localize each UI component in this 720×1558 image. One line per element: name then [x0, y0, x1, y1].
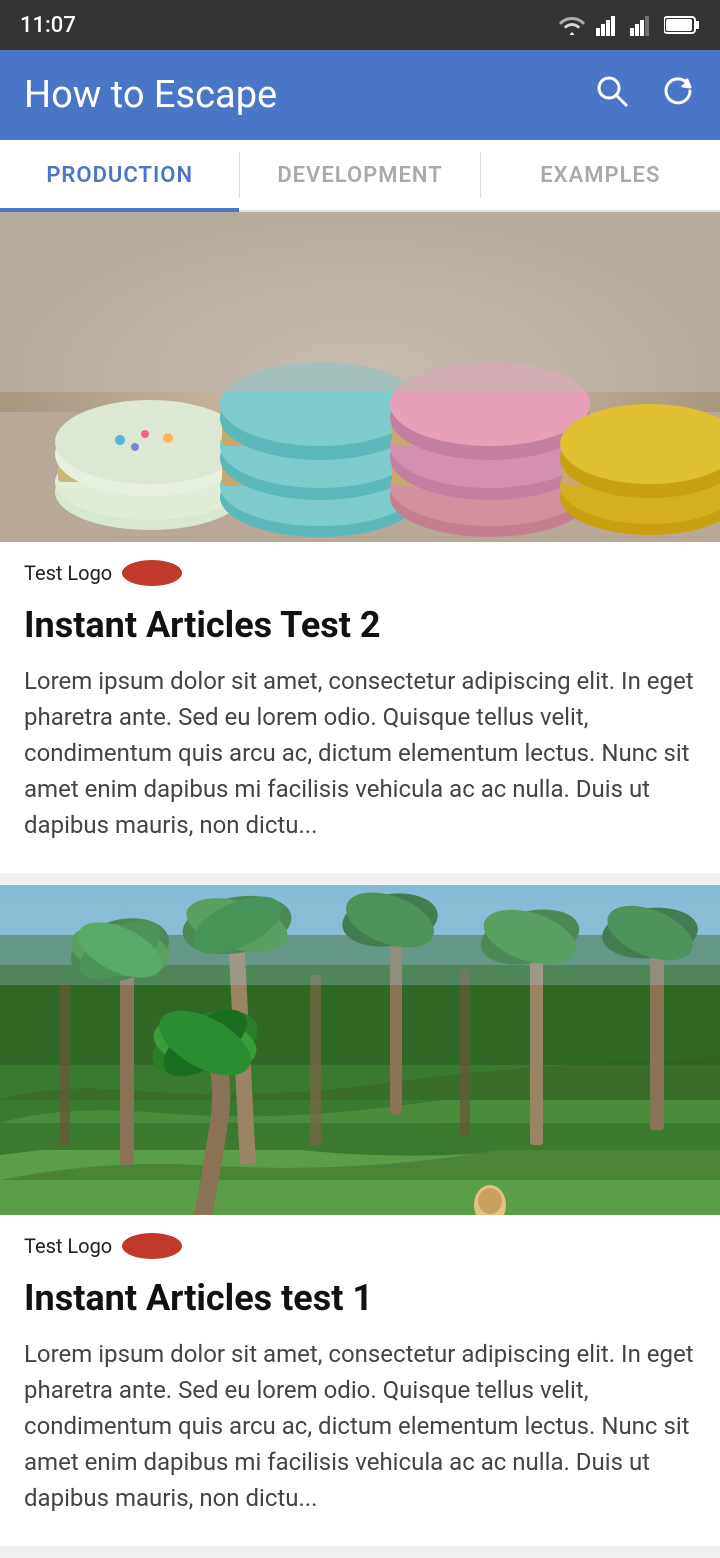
- logo-text-1: Test Logo: [24, 1234, 112, 1258]
- article-image-terraces: [0, 885, 720, 1215]
- article-title-1: Instant Articles test 1: [0, 1269, 720, 1336]
- logo-oval-2: [122, 560, 182, 586]
- app-title: How to Escape: [24, 73, 277, 117]
- article-excerpt-1: Lorem ipsum dolor sit amet, consectetur …: [0, 1336, 720, 1546]
- app-bar-icons: [594, 73, 696, 117]
- signal1-icon: [596, 14, 620, 36]
- article-card-2[interactable]: Test Logo Instant Articles Test 2 Lorem …: [0, 212, 720, 873]
- article-logo-2: Test Logo: [0, 542, 720, 596]
- macarons-svg: [0, 212, 720, 542]
- article-logo-1: Test Logo: [0, 1215, 720, 1269]
- status-bar: 11:07: [0, 0, 720, 50]
- terraces-svg: [0, 885, 720, 1215]
- search-button[interactable]: [594, 73, 630, 117]
- time: 11:07: [20, 13, 76, 38]
- refresh-button[interactable]: [660, 73, 696, 117]
- tabs-bar: PRODUCTION DEVELOPMENT EXAMPLES: [0, 140, 720, 212]
- wifi-icon: [558, 14, 586, 36]
- article-excerpt-2: Lorem ipsum dolor sit amet, consectetur …: [0, 663, 720, 873]
- status-icons: [558, 14, 700, 36]
- tab-examples[interactable]: EXAMPLES: [481, 142, 720, 212]
- signal2-icon: [630, 14, 654, 36]
- article-card-1[interactable]: Test Logo Instant Articles test 1 Lorem …: [0, 885, 720, 1546]
- logo-oval-1: [122, 1233, 182, 1259]
- tab-production[interactable]: PRODUCTION: [0, 142, 239, 212]
- article-image-macarons: [0, 212, 720, 542]
- logo-text-2: Test Logo: [24, 561, 112, 585]
- tab-development[interactable]: DEVELOPMENT: [240, 142, 479, 212]
- app-bar: How to Escape: [0, 50, 720, 140]
- article-title-2: Instant Articles Test 2: [0, 596, 720, 663]
- battery-icon: [664, 15, 700, 35]
